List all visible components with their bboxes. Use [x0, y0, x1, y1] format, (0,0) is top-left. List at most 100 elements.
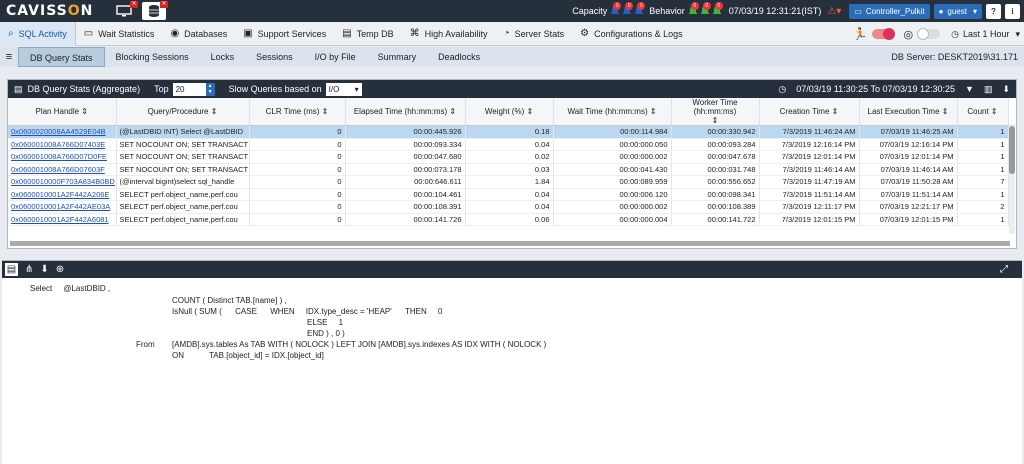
nav-databases[interactable]: ◉ Databases [162, 22, 235, 46]
document-icon[interactable]: ▤ [5, 263, 18, 276]
bell-icon[interactable]: 0 [712, 2, 723, 17]
close-icon[interactable]: ✕ [130, 1, 138, 8]
table-cell: 00:00:646.611 [345, 175, 466, 189]
vertical-scrollbar[interactable] [1009, 124, 1015, 234]
table-cell: 0 [249, 175, 346, 189]
table-row[interactable]: 0x0600020008AA4529E04B (@LastDBID INT) Se… [8, 125, 1009, 139]
table-cell: 07/03/19 11:46:14 AM [859, 163, 958, 176]
tab-deadlocks[interactable]: Deadlocks [427, 47, 491, 67]
nav-support-services[interactable]: ▣ Support Services [235, 22, 334, 46]
table-cell: 00:00:000.004 [553, 213, 672, 226]
column-header[interactable]: Plan Handle ⇕ [8, 98, 117, 126]
download-circle-icon[interactable]: ⊕ [56, 264, 64, 275]
spinner-icon[interactable]: ▲ ▼ [205, 82, 215, 96]
expand-icon[interactable]: ⤢ [1000, 264, 1008, 275]
nav-configurations-logs[interactable]: ⚙ Configurations & Logs [572, 22, 691, 46]
plan-handle-link[interactable]: 0x0600010001A2F442A206E [8, 188, 117, 201]
slow-queries-select[interactable]: I/O ▾ [325, 82, 362, 96]
help-button[interactable]: ? [986, 3, 1001, 19]
column-header[interactable]: Last Execution Time ⇕ [859, 98, 958, 126]
nav-temp-db[interactable]: ▤ Temp DB [334, 22, 401, 46]
plan-handle-link[interactable]: 0x0600010001A2F442AE03A [8, 200, 117, 214]
plan-handle-link[interactable]: 0x060001008A766D07403E [8, 138, 117, 151]
tab-io-by-file[interactable]: I/O by File [304, 47, 367, 67]
table-cell: 7 [957, 175, 1009, 189]
plan-handle-link[interactable]: 0x0600010000F703A834B0BD [8, 175, 117, 189]
table-row[interactable]: 0x060001008A766D07403E SET NOCOUNT ON; SE… [8, 138, 1009, 151]
download-icon[interactable]: ⬇ [1002, 84, 1010, 95]
column-header[interactable]: Creation Time ⇕ [759, 98, 860, 126]
column-header[interactable]: Weight (%) ⇕ [465, 98, 554, 126]
column-header[interactable]: Elapsed Time (hh:mm:ms) ⇕ [345, 98, 466, 126]
database-tab-icon[interactable]: ✕ [142, 1, 168, 20]
plan-handle-link[interactable]: 0x0600010001A2F442A6081 [8, 213, 117, 226]
plan-handle-link[interactable]: 0x060001008A766D07D0FE [8, 150, 117, 164]
info-button[interactable]: i [1005, 3, 1020, 19]
table-row[interactable]: 0x0600010001A2F442A206E SELECT perf.objec… [8, 188, 1009, 201]
tab-sessions[interactable]: Sessions [245, 47, 304, 67]
plan-handle-link[interactable]: 0x060001008A766D07603F [8, 163, 117, 176]
bell-icon[interactable]: 0 [610, 2, 622, 17]
user-menu-button[interactable]: ● guest ▾ [933, 3, 982, 19]
tab-summary[interactable]: Summary [367, 47, 428, 67]
table-cell: SELECT perf.object_name,perf.cou [116, 200, 250, 214]
column-header[interactable]: Wait Time (hh:mm:ms) ⇕ [553, 98, 672, 126]
table-row[interactable]: 0x060001008A766D07603F SET NOCOUNT ON; SE… [8, 163, 1009, 176]
column-header[interactable]: Query/Procedure ⇕ [116, 98, 250, 126]
runner-icon: 🏃 [852, 27, 868, 41]
auto-refresh-toggle[interactable] [872, 28, 896, 40]
horizontal-scrollbar[interactable] [10, 241, 1010, 246]
tree-icon[interactable]: ⋔ [25, 264, 33, 275]
columns-icon[interactable]: ▥ [984, 84, 993, 95]
table-row[interactable]: 0x0600010000F703A834B0BD (@interval bigin… [8, 175, 1009, 189]
bell-icon[interactable]: 0 [688, 2, 699, 17]
table-cell: 00:00:000.050 [553, 138, 672, 151]
monitor-tab-icon[interactable]: ✕ [112, 1, 138, 20]
bell-icon[interactable]: 0 [622, 2, 634, 17]
table-cell: 0 [249, 138, 346, 151]
close-icon[interactable]: ✕ [160, 1, 168, 8]
nav-high-availability[interactable]: ⌘ High Availability [402, 22, 496, 46]
table-cell: 00:00:445.926 [345, 125, 466, 139]
table-cell: 00:00:006.120 [553, 188, 672, 201]
table-cell: 7/3/2019 11:47:19 AM [759, 175, 860, 189]
table-cell: 1 [957, 188, 1009, 201]
top-input[interactable]: 20 ▲ ▼ [172, 82, 215, 96]
table-cell: 00:00:041.430 [553, 163, 672, 176]
tab-blocking-sessions[interactable]: Blocking Sessions [105, 47, 200, 67]
table-cell: 1.84 [465, 175, 554, 189]
download-icon[interactable]: ⬇ [40, 264, 48, 275]
slow-queries-label: Slow Queries based on [228, 84, 322, 94]
table-cell: 0.02 [465, 150, 554, 164]
tab-db-query-stats[interactable]: DB Query Stats [18, 47, 105, 67]
filter-icon[interactable]: ▼ [965, 84, 974, 94]
column-header[interactable]: CLR Time (ms) ⇕ [249, 98, 346, 126]
table-row[interactable]: 0x0600010001A2F442A6081 SELECT perf.objec… [8, 213, 1009, 226]
column-header[interactable]: Worker Time (hh:mm:ms) ⇕ [671, 98, 760, 126]
plan-handle-link[interactable]: 0x0600020008AA4529E04B [8, 125, 117, 139]
capacity-label: Capacity [572, 6, 608, 16]
alert-settings-icon[interactable]: ⚠▾ [827, 6, 841, 17]
controller-button[interactable]: ▭ Controller_Pulkit [849, 3, 930, 19]
table-cell: 0.04 [465, 200, 554, 214]
nav-server-stats[interactable]: ◔ Server Stats [496, 22, 573, 46]
nav-sql-activity[interactable]: ⌕ SQL Activity [0, 21, 76, 46]
nav-wait-statistics[interactable]: ▭ Wait Statistics [76, 22, 163, 46]
table-cell: 00:00:031.748 [671, 163, 760, 176]
menu-icon[interactable]: ≡ [0, 51, 18, 63]
table-cell: 00:00:141.722 [671, 213, 760, 226]
table-cell: 0 [249, 188, 346, 201]
table-cell: 1 [957, 150, 1009, 164]
time-range-selector[interactable]: ◷ Last 1 Hour ▾ [951, 29, 1020, 40]
column-header[interactable]: Count ⇕ [957, 98, 1009, 126]
table-cell: 1 [957, 125, 1009, 139]
bell-icon[interactable]: 0 [634, 2, 646, 17]
table-row[interactable]: 0x0600010001A2F442AE03A SELECT perf.objec… [8, 200, 1009, 214]
table-cell: SELECT perf.object_name,perf.cou [116, 213, 250, 226]
tab-locks[interactable]: Locks [200, 47, 246, 67]
query-stats-panel: ▤ DB Query Stats (Aggregate) Top 20 ▲ ▼ Sl… [7, 79, 1017, 249]
view-toggle[interactable] [917, 28, 941, 40]
table-cell: SET NOCOUNT ON; SET TRANSACT [116, 138, 250, 151]
table-row[interactable]: 0x060001008A766D07D0FE SET NOCOUNT ON; SE… [8, 150, 1009, 164]
bell-icon[interactable]: 0 [700, 2, 711, 17]
